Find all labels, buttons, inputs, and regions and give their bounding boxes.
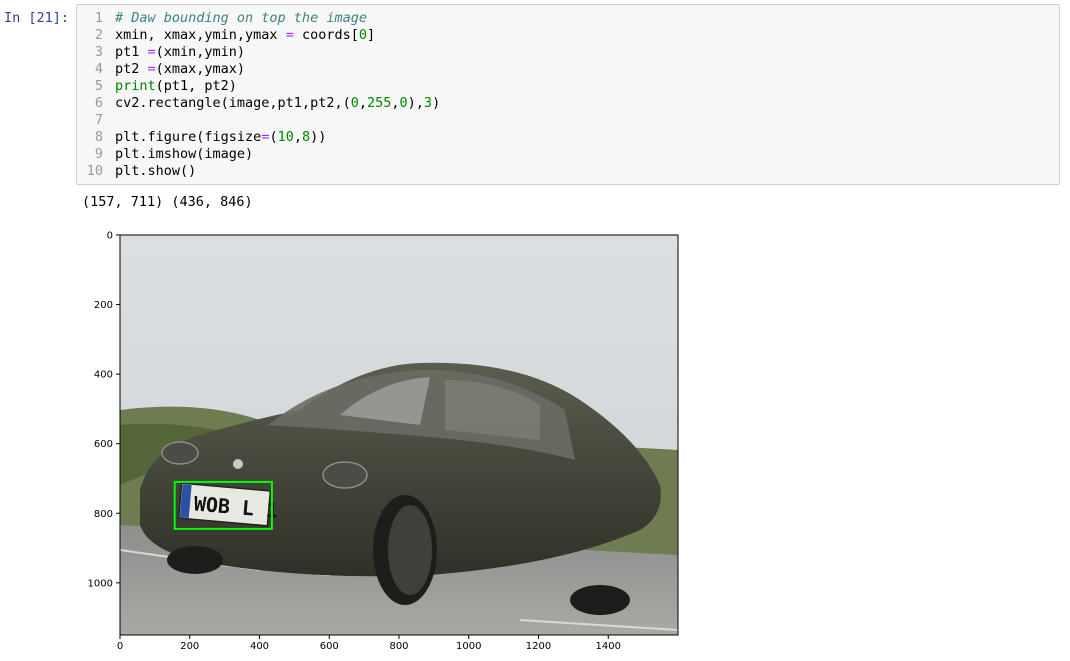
- line-number: 9: [94, 146, 103, 162]
- x-tick-label: 800: [389, 641, 408, 652]
- x-axis: 0 200 400 600 800 1000 1200 1400: [117, 635, 621, 652]
- code-token: 3: [423, 95, 433, 111]
- code-token: ,: [358, 95, 367, 111]
- x-tick-label: 400: [250, 641, 269, 652]
- code-token: 8: [302, 129, 311, 145]
- code-token: =: [147, 44, 156, 60]
- x-tick-label: 1200: [526, 641, 551, 652]
- code-text: pt2 =(xmax,ymax): [115, 61, 245, 78]
- code-token: 0: [350, 95, 359, 111]
- code-token: (pt1, pt2): [155, 78, 237, 94]
- y-tick-label: 1000: [88, 578, 113, 589]
- code-token: =: [285, 27, 294, 43]
- code-token: 10: [277, 129, 294, 145]
- code-token: xmin, xmax,ymin,ymax: [115, 27, 286, 43]
- x-tick-label: 0: [117, 641, 123, 652]
- line-number: 6: [94, 95, 103, 111]
- code-text: plt.show(): [115, 163, 196, 180]
- y-tick-label: 200: [94, 300, 113, 311]
- code-token: ): [432, 95, 441, 111]
- line-number: 8: [94, 129, 103, 145]
- code-token: # Daw bounding on top the image: [115, 10, 367, 26]
- y-tick-label: 600: [94, 439, 113, 450]
- code-token: (xmax,ymax): [155, 61, 246, 77]
- code-token: =: [147, 61, 156, 77]
- line-number: 2: [94, 27, 103, 43]
- code-token: plt.figure(figsize: [115, 129, 262, 145]
- code-text: plt.figure(figsize=(10,8)): [115, 129, 326, 146]
- image-plot: WOB L 1 0 200 400 600 800 1000 1200 1400 0 200 40…: [88, 231, 679, 652]
- code-token: ),: [407, 95, 424, 111]
- x-tick-label: 1400: [596, 641, 621, 652]
- line-number: 1: [94, 10, 103, 26]
- code-token: ,: [391, 95, 400, 111]
- code-token: 0: [358, 27, 367, 43]
- code-text: pt1 =(xmin,ymin): [115, 44, 245, 61]
- x-tick-label: 600: [320, 641, 339, 652]
- code-token: ]: [367, 27, 376, 43]
- y-tick-label: 0: [107, 231, 113, 242]
- code-token: )): [310, 129, 327, 145]
- code-token: print: [115, 78, 156, 94]
- code-token: (: [269, 129, 278, 145]
- y-tick-label: 800: [94, 509, 113, 520]
- code-token: 255: [366, 95, 392, 111]
- code-text: xmin, xmax,ymin,ymax = coords[0]: [115, 27, 375, 44]
- code-text: plt.imshow(image): [115, 146, 253, 163]
- code-text: # Daw bounding on top the image: [115, 10, 367, 27]
- line-number: 10: [86, 163, 103, 179]
- code-token: cv2.rectangle(image,pt1,pt2,(: [115, 95, 351, 111]
- cell-prompt: In [21]:: [4, 10, 70, 26]
- x-tick-label: 200: [180, 641, 199, 652]
- code-cell-input[interactable]: 1 # Daw bounding on top the image 2 xmin, x…: [76, 4, 1060, 185]
- code-token: coords[: [293, 27, 359, 43]
- line-number: 5: [94, 78, 103, 94]
- code-token: plt.imshow(image): [115, 146, 254, 162]
- y-tick-label: 400: [94, 370, 113, 381]
- code-token: (xmin,ymin): [155, 44, 246, 60]
- code-token: ,: [293, 129, 302, 145]
- code-token: pt2: [115, 61, 148, 77]
- y-axis: 0 200 400 600 800 1000: [88, 231, 120, 589]
- car-photo: WOB L 1: [120, 235, 678, 635]
- code-token: 0: [399, 95, 408, 111]
- cell-output-text: (157, 711) (436, 846): [82, 194, 253, 210]
- code-token: pt1: [115, 44, 148, 60]
- code-text: print(pt1, pt2): [115, 78, 237, 95]
- line-number: 3: [94, 44, 103, 60]
- line-number: 4: [94, 61, 103, 77]
- x-tick-label: 1000: [456, 641, 481, 652]
- code-token: plt.show(): [115, 163, 197, 179]
- line-number: 7: [94, 112, 103, 128]
- code-text: cv2.rectangle(image,pt1,pt2,(0,255,0),3): [115, 95, 440, 112]
